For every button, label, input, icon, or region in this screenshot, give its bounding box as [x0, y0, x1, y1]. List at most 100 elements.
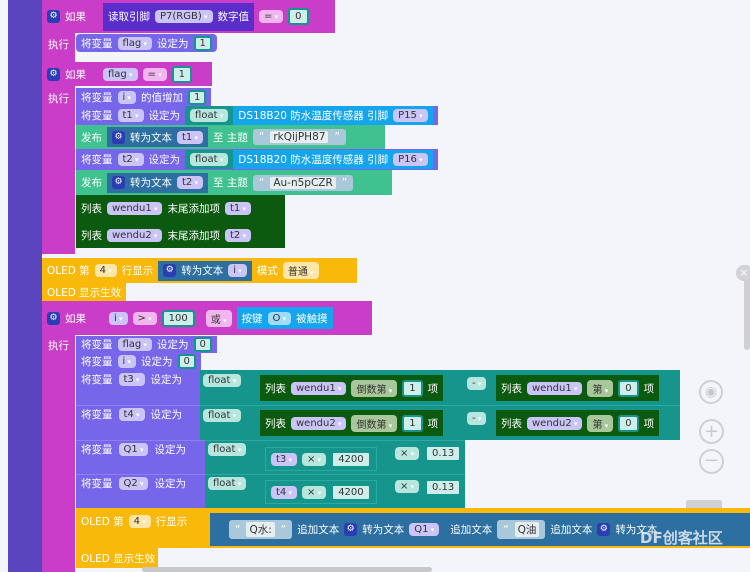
op-dropdown[interactable]: ×: [302, 452, 327, 466]
number-input[interactable]: 0: [177, 354, 196, 369]
var-dropdown[interactable]: Q2: [118, 477, 149, 490]
var-dropdown[interactable]: t1: [224, 202, 252, 215]
recenter-icon[interactable]: ◉: [699, 380, 723, 404]
var-dropdown[interactable]: t2: [224, 228, 252, 242]
var-dropdown[interactable]: i: [228, 264, 247, 277]
text-block[interactable]: “ Q油: [497, 520, 546, 539]
float-dropdown[interactable]: float: [208, 477, 247, 490]
list-dropdown[interactable]: wendu2: [107, 228, 163, 242]
oled-apply-block[interactable]: OLED 显示生效: [42, 283, 126, 301]
number-input[interactable]: 0: [288, 8, 309, 25]
number-input[interactable]: 1: [171, 65, 193, 83]
list-get-block[interactable]: 列表 wendu1 倒数第 1 项: [260, 375, 444, 401]
float-block[interactable]: float: [185, 150, 234, 169]
number-input[interactable]: 4200: [331, 450, 371, 468]
var-dropdown[interactable]: Q1: [118, 443, 149, 456]
float-dropdown[interactable]: float: [190, 109, 229, 122]
line-dropdown[interactable]: 4: [128, 515, 151, 528]
mode-dropdown[interactable]: 普通: [282, 262, 319, 279]
ds18b20-block[interactable]: DS18B20 防水温度传感器 引脚 P15: [233, 106, 433, 125]
var-dropdown[interactable]: t3: [271, 452, 298, 466]
number-input[interactable]: 100: [161, 309, 195, 327]
set-t2-block[interactable]: 将变量 t2 设定为 float DS18B20 防水温度传感器 引脚 P16: [76, 149, 438, 170]
number-input[interactable]: 0.13: [425, 445, 462, 462]
to-text-block[interactable]: ⚙ 转为文本 i: [158, 260, 252, 281]
horizontal-scrollbar[interactable]: [142, 567, 432, 572]
text-block[interactable]: “ Q水: ”: [229, 520, 293, 539]
op-dropdown[interactable]: ×: [395, 480, 420, 493]
topic-input[interactable]: rkQijPH87: [270, 131, 329, 143]
float-dropdown[interactable]: float: [208, 443, 247, 456]
multiply-block[interactable]: t3 × 4200: [265, 447, 377, 471]
pin-dropdown[interactable]: P7(RGB): [155, 10, 213, 23]
oled-apply-block[interactable]: OLED 显示生效: [76, 548, 158, 568]
list-get-block[interactable]: 列表 wendu2 倒数第 1 项: [260, 410, 444, 436]
var-dropdown[interactable]: t4: [118, 408, 145, 421]
var-dropdown[interactable]: t2: [117, 153, 144, 166]
op-dropdown[interactable]: ×: [302, 485, 327, 499]
number-input[interactable]: 1: [193, 35, 212, 51]
text-input[interactable]: Q水:: [246, 522, 275, 537]
op-dropdown[interactable]: =: [142, 67, 167, 81]
list-dropdown[interactable]: wendu1: [291, 381, 347, 395]
if-header-1[interactable]: ⚙ 如果 读取引脚 P7(RGB) 数字值 = 0: [42, 0, 335, 33]
list-get-block[interactable]: 列表 wendu2 第 0 项: [496, 410, 660, 436]
trash-icon[interactable]: [686, 500, 722, 508]
set-t1-block[interactable]: 将变量 t1 设定为 float DS18B20 防水温度传感器 引脚 P15: [76, 106, 438, 125]
gear-icon[interactable]: ⚙: [112, 176, 125, 189]
var-dropdown[interactable]: flag: [117, 36, 153, 50]
float-block[interactable]: float: [185, 106, 234, 125]
text-block[interactable]: “ rkQijPH87 ”: [252, 129, 346, 145]
gear-icon[interactable]: ⚙: [47, 311, 60, 325]
line-dropdown[interactable]: 4: [94, 264, 117, 277]
close-flyout-icon[interactable]: ×: [736, 265, 750, 281]
var-dropdown[interactable]: t1: [117, 109, 144, 122]
var-dropdown[interactable]: i: [117, 90, 137, 104]
var-dropdown[interactable]: flag: [117, 338, 153, 351]
number-input[interactable]: 0: [618, 379, 639, 397]
gear-icon[interactable]: ⚙: [112, 130, 125, 144]
gear-icon[interactable]: ⚙: [47, 67, 60, 81]
set-i-block[interactable]: 将变量 i 设定为 0: [76, 353, 201, 370]
var-dropdown[interactable]: i: [109, 311, 128, 325]
number-input[interactable]: 1: [402, 379, 423, 397]
op-dropdown[interactable]: -: [467, 377, 487, 390]
button-touched-block[interactable]: 按键 O 被触摸: [236, 307, 333, 329]
list-dropdown[interactable]: wendu2: [291, 416, 347, 430]
gear-icon[interactable]: ⚙: [47, 10, 60, 23]
var-dropdown[interactable]: t2: [177, 176, 204, 189]
increase-block[interactable]: 将变量 i 的值增加 1: [76, 88, 212, 106]
var-dropdown[interactable]: Q1: [409, 523, 440, 536]
list-dropdown[interactable]: wendu1: [107, 202, 163, 215]
zoom-in-icon[interactable]: +: [699, 419, 724, 444]
var-dropdown[interactable]: t1: [177, 130, 204, 144]
publish-t2-block[interactable]: 发布 ⚙ 转为文本 t2 至 主题 “ Au-n5pCZR ”: [76, 170, 392, 195]
text-block[interactable]: “ Au-n5pCZR ”: [252, 174, 354, 191]
gear-icon[interactable]: ⚙: [163, 264, 177, 277]
text-input[interactable]: Q油: [514, 522, 540, 537]
float-dropdown[interactable]: float: [203, 374, 242, 387]
set-var-block[interactable]: 将变量 flag 设定为 1: [76, 34, 217, 52]
pin-dropdown[interactable]: P15: [393, 109, 428, 122]
zoom-out-icon[interactable]: −: [699, 449, 724, 474]
list-get-block[interactable]: 列表 wendu1 第 0 项: [496, 375, 660, 401]
ds18b20-block[interactable]: DS18B20 防水温度传感器 引脚 P16: [233, 150, 433, 169]
number-input[interactable]: 0: [193, 337, 212, 352]
list-dropdown[interactable]: wendu2: [527, 416, 583, 430]
op-dropdown[interactable]: >: [132, 311, 157, 325]
list-dropdown[interactable]: wendu1: [527, 381, 583, 395]
button-dropdown[interactable]: O: [267, 311, 292, 325]
position-dropdown[interactable]: 倒数第: [351, 379, 398, 397]
float-dropdown[interactable]: float: [190, 153, 229, 166]
to-text-block[interactable]: ⚙ 转为文本 t2: [107, 172, 209, 193]
op-dropdown[interactable]: =: [259, 10, 284, 23]
op-dropdown[interactable]: ×: [395, 447, 420, 460]
set-flag-block[interactable]: 将变量 flag 设定为 0: [76, 336, 217, 353]
if-header-2[interactable]: ⚙ 如果 flag = 1: [42, 62, 212, 86]
gear-icon[interactable]: ⚙: [597, 523, 611, 536]
list-append-block[interactable]: 列表 wendu1 末尾添加项 t1: [76, 195, 285, 222]
logic-dropdown[interactable]: 或: [205, 309, 232, 327]
var-dropdown[interactable]: t4: [271, 485, 298, 499]
float-dropdown[interactable]: float: [203, 409, 242, 422]
var-dropdown[interactable]: t3: [118, 373, 145, 386]
